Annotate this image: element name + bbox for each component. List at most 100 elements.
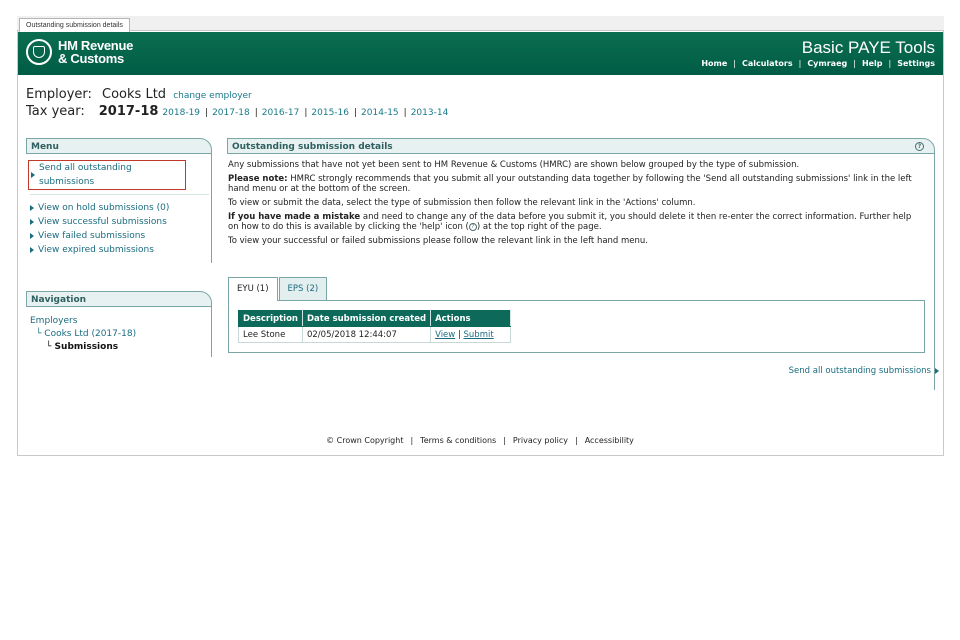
tax-year-separator: |: [254, 108, 258, 118]
arrow-right-icon: [30, 205, 34, 211]
submission-type-tabs: EYU (1) EPS (2): [228, 277, 328, 301]
cell-date: 02/05/2018 12:44:07: [301, 326, 432, 343]
menu-divider: [30, 194, 209, 195]
nav-separator: |: [798, 59, 802, 68]
note-paragraph: Please note: HMRC strongly recommends th…: [228, 174, 924, 194]
tax-year-label: Tax year:: [26, 104, 85, 119]
menu-view-expired[interactable]: View expired submissions: [30, 243, 209, 257]
navigation-body: Employers └ Cooks Ltd (2017-18) └ Submis…: [26, 307, 212, 357]
menu-item-label: View successful submissions: [38, 217, 167, 227]
submissions-table: Description Date submission created Acti…: [238, 310, 512, 343]
nav-settings[interactable]: Settings: [897, 59, 935, 68]
footer-separator: |: [574, 436, 578, 445]
tax-year-link-2016-17[interactable]: 2016-17: [262, 108, 300, 118]
employer-label: Employer:: [26, 87, 92, 102]
tab-panel: Description Date submission created Acti…: [228, 300, 925, 353]
footer-separator: |: [410, 436, 414, 445]
arrow-right-icon: [30, 247, 34, 253]
panel-title: Outstanding submission details ?: [227, 138, 935, 154]
nav-help[interactable]: Help: [862, 59, 883, 68]
tax-year-link-2014-15[interactable]: 2014-15: [361, 108, 399, 118]
menu-view-on-hold[interactable]: View on hold submissions (0): [30, 201, 209, 215]
mistake-paragraph: If you have made a mistake and need to c…: [228, 212, 924, 232]
cell-actions: View | Submit: [430, 326, 512, 343]
column-description: Description: [238, 310, 303, 327]
arrow-right-icon: [935, 368, 939, 374]
site-header: HM Revenue & Customs Basic PAYE Tools Ho…: [18, 32, 943, 75]
send-all-label: Send all outstanding submissions: [788, 366, 931, 376]
submit-link[interactable]: Submit: [464, 330, 494, 340]
nav-home[interactable]: Home: [701, 59, 727, 68]
column-date-created: Date submission created: [301, 310, 432, 327]
menu-send-all-submissions[interactable]: Send all outstanding submissions: [28, 160, 186, 190]
tab-eps[interactable]: EPS (2): [278, 277, 328, 300]
send-all-link[interactable]: Send all outstanding submissions: [789, 366, 939, 376]
view-link[interactable]: View: [435, 330, 455, 340]
inline-help-icon: ?: [468, 222, 477, 231]
nav-calculators[interactable]: Calculators: [742, 59, 793, 68]
footer-separator: |: [503, 436, 506, 445]
crest-shield: [33, 46, 45, 58]
note-text: HMRC strongly recommends that you submit…: [228, 174, 912, 194]
footer: © Crown Copyright | Terms & conditions |…: [0, 436, 960, 445]
table-header-row: Description Date submission created Acti…: [238, 310, 512, 327]
cell-description: Lee Stone: [238, 326, 303, 343]
tax-year-link-2018-19[interactable]: 2018-19: [162, 108, 200, 118]
column-actions: Actions: [430, 310, 512, 327]
mistake-text-b: ) at the top right of the page.: [476, 222, 602, 232]
nav-tree-employer[interactable]: └ Cooks Ltd (2017-18): [30, 328, 209, 341]
nav-cymraeg[interactable]: Cymraeg: [807, 59, 847, 68]
menu-heading: Menu: [26, 138, 212, 154]
arrow-right-icon: [31, 172, 35, 178]
navigation-heading: Navigation: [26, 291, 212, 307]
arrow-right-icon: [30, 219, 34, 225]
action-separator: |: [457, 329, 461, 340]
menu-item-label: Send all outstanding submissions: [39, 163, 132, 187]
tax-year-link-2015-16[interactable]: 2015-16: [311, 108, 349, 118]
help-icon[interactable]: ?: [915, 142, 924, 151]
top-navigation: Home | Calculators | Cymraeg | Help | Se…: [701, 59, 935, 68]
tax-year-separator: |: [403, 108, 407, 118]
nav-tree-submissions: └ Submissions: [46, 342, 119, 352]
change-employer-link[interactable]: change employer: [173, 91, 252, 101]
tax-year-link-2017-18[interactable]: 2017-18: [212, 108, 250, 118]
menu-item-label: View expired submissions: [38, 245, 154, 255]
arrow-right-icon: [30, 233, 34, 239]
footer-accessibility-link[interactable]: Accessibility: [585, 436, 634, 445]
employer-line: Employer: Cooks Ltd change employer: [26, 87, 252, 102]
menu-view-successful[interactable]: View successful submissions: [30, 215, 209, 229]
sidebar: Menu Send all outstanding submissions Vi…: [26, 138, 212, 357]
instructions-paragraph: To view or submit the data, select the t…: [228, 198, 696, 208]
crest-icon: [26, 39, 52, 65]
menu-item-label: View failed submissions: [38, 231, 146, 241]
tax-year-separator: |: [304, 108, 308, 118]
current-tax-year: 2017-18: [98, 104, 159, 119]
nav-tree-employers[interactable]: Employers: [30, 315, 209, 328]
menu-view-failed[interactable]: View failed submissions: [30, 229, 209, 243]
footer-copyright: © Crown Copyright: [326, 436, 404, 445]
tax-year-separator: |: [205, 108, 209, 118]
employer-name: Cooks Ltd: [102, 87, 167, 102]
nav-separator: |: [733, 59, 736, 68]
intro-paragraph: Any submissions that have not yet been s…: [228, 160, 800, 170]
footer-terms-link[interactable]: Terms & conditions: [420, 436, 496, 445]
tab-eyu[interactable]: EYU (1): [228, 277, 278, 301]
note-label: Please note:: [228, 174, 288, 184]
table-row: Lee Stone 02/05/2018 12:44:07 View | Sub…: [238, 326, 512, 343]
nav-separator: |: [888, 59, 892, 68]
tax-year-separator: |: [354, 108, 358, 118]
footer-privacy-link[interactable]: Privacy policy: [513, 436, 568, 445]
menu-body: Send all outstanding submissions View on…: [26, 154, 212, 263]
view-paragraph: To view your successful or failed submis…: [228, 236, 649, 246]
window-tabstrip: Outstanding submission details: [17, 16, 944, 32]
app-title: Basic PAYE Tools: [801, 38, 935, 57]
panel-body: Any submissions that have not yet been s…: [227, 154, 935, 390]
logo-line2: & Customs: [58, 51, 124, 66]
nav-separator: |: [853, 59, 856, 68]
tax-year-link-2013-14[interactable]: 2013-14: [411, 108, 449, 118]
mistake-label: If you have made a mistake: [228, 212, 361, 222]
window-tab[interactable]: Outstanding submission details: [19, 18, 130, 32]
tax-year-line: Tax year: 2017-18 2018-19 | 2017-18 | 20…: [26, 104, 448, 119]
hmrc-logo[interactable]: HM Revenue & Customs: [58, 39, 133, 65]
panel-title-text: Outstanding submission details: [232, 142, 393, 152]
